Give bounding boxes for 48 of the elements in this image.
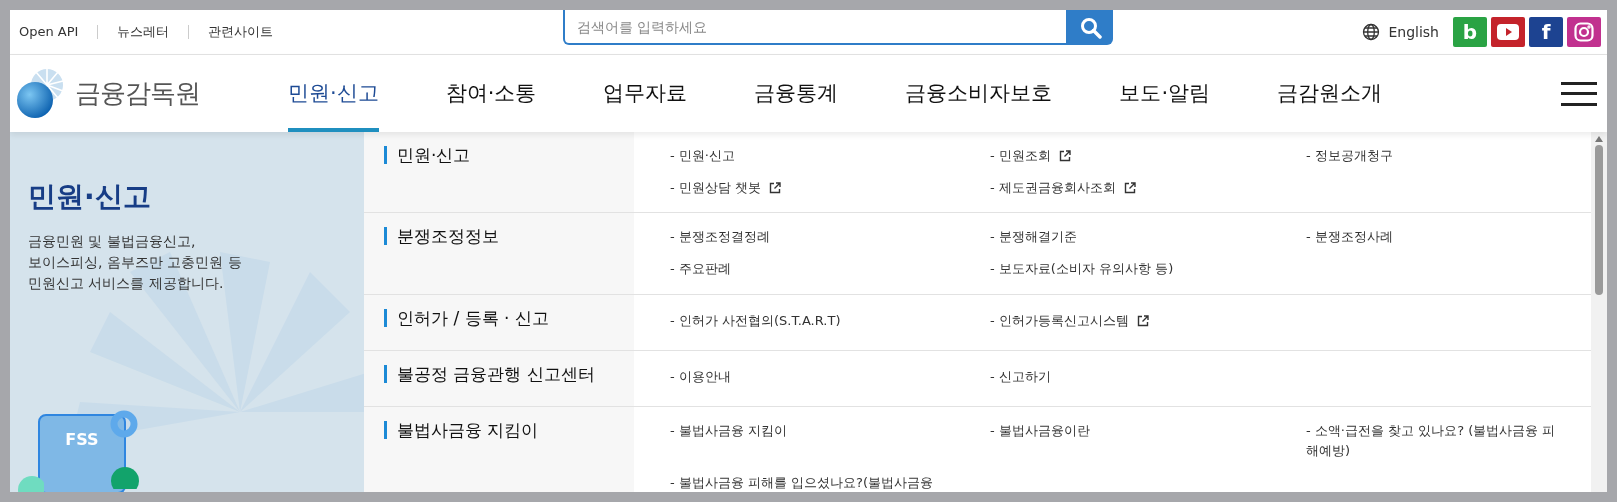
camera-icon [1574,22,1594,42]
section-title[interactable]: 불법사금융 지킴이 [384,421,539,439]
nav-tab[interactable]: 금융소비자보호 [905,55,1053,132]
nav-tab[interactable]: 참여·소통 [445,55,537,132]
section-title[interactable]: 민원·신고 [384,146,471,164]
language-link[interactable]: English [1362,21,1439,43]
nav-tab[interactable]: 금융통계 [754,55,839,132]
nav-tab[interactable]: 보도·알림 [1119,55,1211,132]
menu-link[interactable]: - 제도권금융회사조회 [990,178,1306,198]
top-link[interactable]: 뉴스레터 [117,22,170,42]
globe-icon [1362,23,1381,41]
section-title[interactable]: 분쟁조정정보 [384,227,499,245]
nav-tab[interactable]: 금감원소개 [1277,55,1383,132]
menu-link[interactable]: - 인허가등록신고시스템 [990,311,1306,331]
play-icon [1497,24,1519,40]
nav-tab[interactable]: 업무자료 [603,55,688,132]
logo[interactable]: 금융감독원 [13,65,288,122]
menu-link[interactable]: - 주요판례 [670,259,990,279]
menu-link[interactable]: - 민원조회 [990,146,1306,166]
menu-link[interactable]: - 소액·급전을 찾고 있나요? (불법사금융 피해예방) [1306,421,1586,461]
scrollbar[interactable] [1591,132,1607,492]
scroll-up-icon[interactable] [1595,136,1603,142]
menu-link[interactable]: - 이용안내 [670,367,990,387]
panel-description: 금융민원 및 불법금융신고, 보이스피싱, 옴부즈만 고충민원 등 민원신고 서비스를 제공합니다. [28,232,242,293]
scrollbar-thumb[interactable] [1595,145,1603,295]
menu-link[interactable]: - 분쟁조정사례 [1306,227,1586,247]
panel-title: 민원·신고 [28,179,151,215]
facebook-button[interactable]: f [1529,17,1563,47]
menu-link[interactable]: - 정보공개청구 [1306,146,1586,166]
illustration-label: FSS [65,432,99,451]
menu-link[interactable]: - 불법사금융 피해를 입으셨나요?(불법사금융 [670,473,990,492]
menu-link[interactable]: - 민원상담 챗봇 [670,178,990,198]
youtube-button[interactable] [1491,17,1525,47]
search-button[interactable] [1068,10,1113,45]
search-icon [1079,16,1102,39]
menu-link[interactable]: - 신고하기 [990,367,1306,387]
search-field[interactable]: 검색어를 입력하세요 [563,10,1068,45]
top-link[interactable]: Open API [19,22,79,42]
menu-link[interactable]: - 분쟁해결기준 [990,227,1306,247]
menu-link[interactable]: - 보도자료(소비자 유의사항 등) [990,259,1306,279]
section-title[interactable]: 인허가 / 등록 · 신고 [384,309,549,327]
menu-link[interactable]: - 불법사금융 지킴이 [670,421,990,461]
instagram-button[interactable] [1567,17,1601,47]
menu-link[interactable]: - 분쟁조정결정례 [670,227,990,247]
menu-link[interactable]: - 민원·신고 [670,146,990,166]
menu-link[interactable]: - 인허가 사전협의(S.T.A.R.T) [670,311,990,331]
menu-link[interactable]: - 불법사금융이란 [990,421,1306,461]
top-link[interactable]: 관련사이트 [208,22,274,42]
